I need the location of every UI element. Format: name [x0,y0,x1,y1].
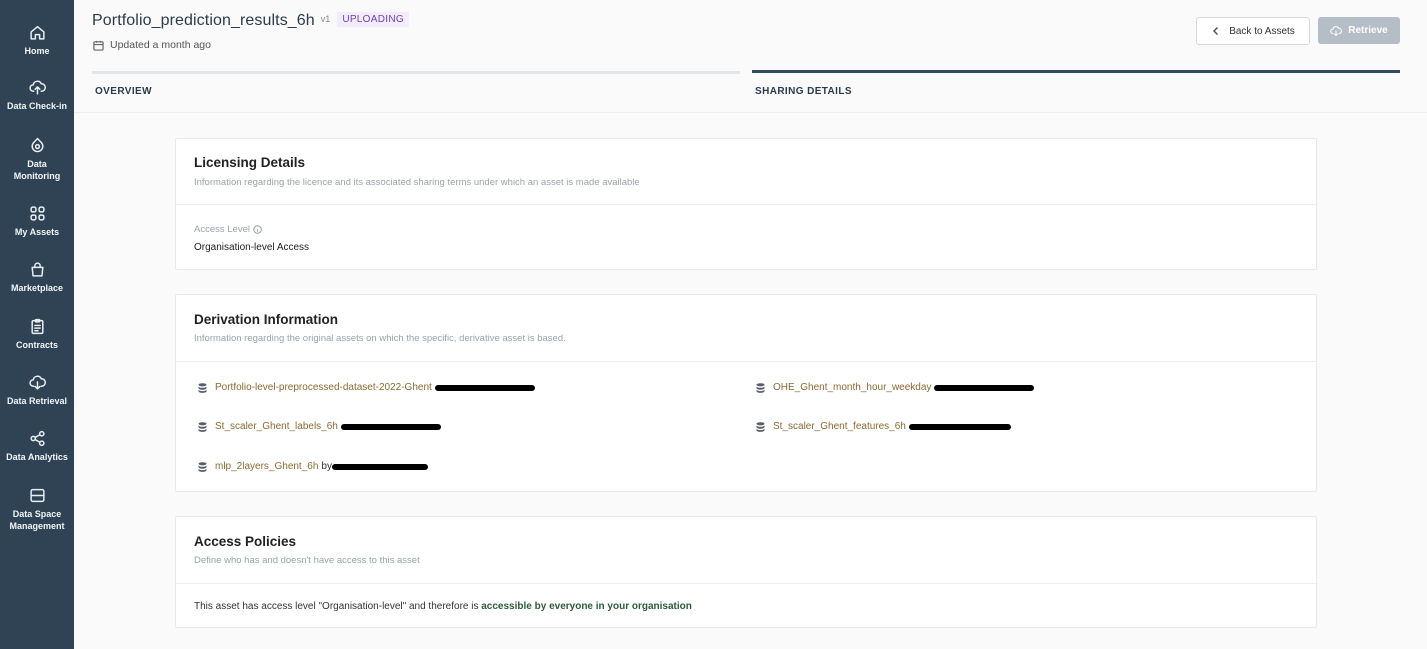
sidebar-item-home[interactable]: Home [0,24,74,58]
tab-overview-indicator [92,71,740,74]
download-cloud-icon [28,375,46,390]
sidebar: Home Data Check-in Data Monitoring My As… [0,0,74,649]
sidebar-item-label: Data Space Management [9,509,65,531]
sidebar-item-label: Data Monitoring [13,159,61,181]
sidebar-item-data-check-in[interactable]: Data Check-in [0,79,74,113]
sidebar-item-data-analytics[interactable]: Data Analytics [0,430,74,464]
tab-sharing-details-indicator [752,70,1400,73]
access-policy-text: This asset has access level "Organisatio… [194,601,692,612]
page-title: Portfolio_prediction_results_6h [92,12,315,29]
derived-asset-link[interactable]: St_scaler_Ghent_labels_6h [198,421,441,432]
chevron-left-icon [1213,26,1219,36]
sidebar-item-label: Data Check-in [6,101,68,111]
derived-asset-by: by [321,461,332,472]
access-policy-highlight: accessible by everyone in your organisat… [481,601,692,612]
redacted-owner [934,384,1035,391]
tab-sharing-details[interactable]: SHARING DETAILS [755,86,852,97]
database-icon [198,382,207,393]
derived-asset-name: St_scaler_Ghent_features_6h [773,421,906,432]
licensing-details-subtitle: Information regarding the licence and it… [194,177,640,188]
derived-asset-link[interactable]: Portfolio-level-preprocessed-dataset-202… [198,382,535,393]
database-panel-icon [29,488,45,503]
sidebar-item-data-space-management[interactable]: Data Space Management [0,487,74,532]
derivation-information-subtitle: Information regarding the original asset… [194,333,566,344]
sidebar-item-contracts[interactable]: Contracts [0,318,74,352]
version-label: v1 [320,14,331,24]
derivation-information-card: Derivation Information Information regar… [175,294,1317,492]
sidebar-item-data-retrieval[interactable]: Data Retrieval [0,374,74,408]
page-header: Portfolio_prediction_results_6h v1 UPLOA… [92,11,409,30]
access-level-value: Organisation-level Access [194,242,310,253]
derived-asset-link[interactable]: OHE_Ghent_month_hour_weekday [756,382,1035,393]
shopping-bag-icon [30,262,44,277]
redacted-owner [340,423,441,430]
retrieve-label: Retrieve [1348,25,1388,36]
sidebar-item-label: Marketplace [10,283,64,293]
back-to-assets-button[interactable]: Back to Assets [1196,17,1310,45]
tabs-divider [74,112,1427,113]
sidebar-item-marketplace[interactable]: Marketplace [0,261,74,295]
derived-asset-name: St_scaler_Ghent_labels_6h [215,421,338,432]
sidebar-item-label: Home [24,46,50,56]
sidebar-item-label: Data Retrieval [6,396,68,406]
access-policies-card: Access Policies Define who has and doesn… [175,516,1317,628]
derived-asset-name: OHE_Ghent_month_hour_weekday [773,382,932,393]
sidebar-item-data-monitoring[interactable]: Data Monitoring [0,137,74,182]
updated-text: Updated a month ago [110,39,211,51]
derived-asset-link[interactable]: mlp_2layers_Ghent_6h by [198,461,428,472]
status-badge: UPLOADING [337,11,409,27]
sidebar-item-label: My Assets [14,227,60,237]
card-divider [176,361,1316,362]
derived-asset-name: Portfolio-level-preprocessed-dataset-202… [215,382,432,393]
clipboard-icon [30,318,44,335]
retrieve-button[interactable]: Retrieve [1318,17,1400,44]
info-icon[interactable] [253,225,262,234]
redacted-owner [434,384,535,391]
database-icon [756,421,765,432]
access-level-label-text: Access Level [194,224,250,235]
share-nodes-icon [29,430,45,447]
monitoring-icon [30,137,44,153]
card-divider [176,204,1316,205]
redacted-owner [908,423,1011,430]
redacted-owner [331,463,428,470]
licensing-details-title: Licensing Details [194,155,306,170]
upload-cloud-icon [28,80,46,95]
back-to-assets-label: Back to Assets [1229,25,1295,37]
database-icon [198,461,207,472]
access-policy-prefix: This asset has access level "Organisatio… [194,601,479,612]
updated-info: Updated a month ago [93,39,211,51]
database-icon [198,421,207,432]
derivation-information-title: Derivation Information [194,312,339,327]
access-policies-subtitle: Define who has and doesn't have access t… [194,555,420,566]
card-divider [176,583,1316,584]
grid-icon [29,206,45,221]
access-level-label: Access Level [194,224,262,235]
sidebar-item-label: Contracts [15,340,58,350]
derived-asset-name: mlp_2layers_Ghent_6h [215,461,319,472]
access-policies-title: Access Policies [194,534,297,549]
calendar-icon [93,40,104,51]
download-cloud-icon [1330,25,1343,36]
licensing-details-card: Licensing Details Information regarding … [175,138,1317,270]
tab-overview[interactable]: OVERVIEW [95,86,152,97]
database-icon [756,382,765,393]
derived-asset-link[interactable]: St_scaler_Ghent_features_6h [756,421,1011,432]
home-icon [29,25,45,40]
sidebar-item-my-assets[interactable]: My Assets [0,205,74,239]
sidebar-item-label: Data Analytics [6,452,68,462]
